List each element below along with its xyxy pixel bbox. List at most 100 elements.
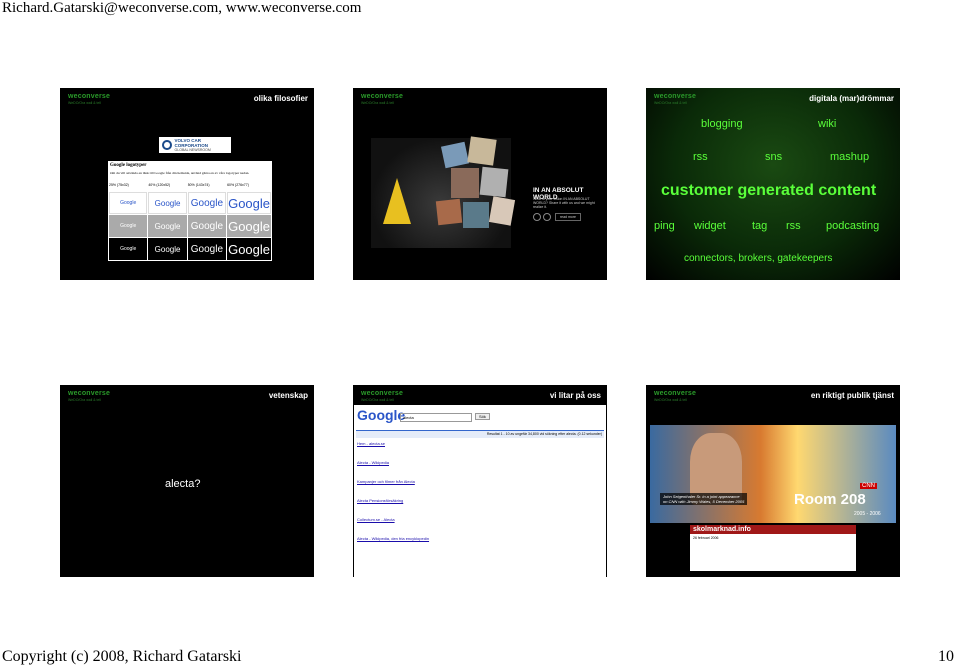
read-more-button[interactable]: read more <box>555 213 581 221</box>
word-sns: sns <box>765 151 783 163</box>
result-title[interactable]: Hem - alecta.se <box>357 441 517 446</box>
google-logo: Google <box>154 221 181 231</box>
google-logo: Google <box>228 241 270 257</box>
google-logo-tile: Google <box>148 238 187 260</box>
google-logo: Google <box>357 407 406 423</box>
photo-cube <box>433 136 516 238</box>
google-logo: Google <box>120 223 137 229</box>
google-logo-tile: Google <box>109 192 148 214</box>
prev-icon[interactable] <box>533 213 541 221</box>
word-rss: rss <box>786 220 801 232</box>
brand-tagline: WeDO/Ora wall & tell <box>361 101 394 105</box>
brand-tagline: WeDO/Ora wall & tell <box>68 398 101 402</box>
sheet-heading: Google logotyper <box>110 163 147 168</box>
next-icon[interactable] <box>543 213 551 221</box>
volvo-logo-box: VOLVO CAR CORPORATION GLOBAL NEWSROOM <box>159 137 231 153</box>
google-logo-tile: Google <box>109 238 148 260</box>
google-logo: Google <box>228 218 270 234</box>
bottom-line: connectors, brokers, gatekeepers <box>684 253 833 264</box>
slide-absolut-world: weconverse WeDO/Ora wall & tell IN AN AB… <box>353 88 607 280</box>
results-list: Hem - alecta.se Alecta - Wikipedia Kampa… <box>357 441 517 541</box>
slide-digitala-mardrommar: weconverse WeDO/Ora wall & tell digitala… <box>646 88 900 280</box>
google-logo-tile: Google <box>227 215 271 237</box>
absolut-question: What is your vision IN AN ABSOLUT WORLD?… <box>533 197 595 209</box>
brand-logo: weconverse <box>654 390 697 397</box>
word-tag: tag <box>752 220 768 232</box>
google-logo-tile: Google <box>148 192 187 214</box>
word-blogging: blogging <box>701 118 743 130</box>
google-logo: Google <box>120 200 137 206</box>
brand-tagline: WeDO/Ora wall & tell <box>654 101 687 105</box>
slide-vi-litar-pa-oss: weconverse WeDO/Ora wall & tell vi litar… <box>353 385 607 577</box>
brand-tagline: WeDO/Ora wall & tell <box>361 398 394 402</box>
google-logo-tile: Google <box>109 215 148 237</box>
slide-body: alecta? <box>165 478 201 490</box>
google-logo: Google <box>154 198 181 208</box>
word-wiki: wiki <box>818 118 837 130</box>
yellow-object-icon <box>383 178 411 224</box>
results-bar: Resultat 1 - 10 av ungefär 34,800 vid sö… <box>356 430 604 438</box>
result-title[interactable]: Alecta Pensionsförsäkring <box>357 498 517 503</box>
google-logo-tile: Google <box>227 192 271 214</box>
google-logo: Google <box>120 246 137 252</box>
result-title[interactable]: Alecta - Wikipedia <box>357 460 517 465</box>
volvo-name: VOLVO CAR CORPORATION <box>174 138 208 148</box>
result-title[interactable]: Collectum.se - Alecta <box>357 517 517 522</box>
news-date: 26 februari 2006 <box>693 536 719 540</box>
google-logo: Google <box>154 244 181 254</box>
sheet-text: Om du vill använda en länk till Google f… <box>110 171 250 175</box>
google-logo: Google <box>190 220 224 232</box>
word-rss: rss <box>693 151 708 163</box>
google-logo-tile: Google <box>148 215 187 237</box>
size-label: 60% (276x77) <box>227 183 249 187</box>
brand-logo: weconverse <box>361 390 404 397</box>
site-box: skolmarknad.info 26 februari 2006 <box>690 525 856 571</box>
search-screenshot: Google alecta Sök Resultat 1 - 10 av ung… <box>354 405 606 577</box>
results-count: Resultat 1 - 10 av ungefär 34,800 vid sö… <box>486 432 602 436</box>
search-input[interactable]: alecta <box>400 413 472 422</box>
slide-title: digitala (mar)drömmar <box>809 94 894 103</box>
result-title[interactable]: Alecta - Wikipedia, den fria encyklopedi… <box>357 536 517 541</box>
cnn-logo: CNN <box>860 483 877 489</box>
google-logo-tile: Google <box>227 238 271 260</box>
logo-grid: 25% (75x32) 40% (120x52) 50% (143x74) 60… <box>109 183 271 260</box>
google-logo-tile: Google <box>187 192 227 214</box>
slide-title: vi litar på oss <box>549 391 601 400</box>
google-logo: Google <box>190 243 224 255</box>
slide-title: olika filosofier <box>253 94 308 103</box>
brand-tagline: WeDO/Ora wall & tell <box>68 101 101 105</box>
google-logo: Google <box>228 195 270 211</box>
slide-title: en riktigt publik tjänst <box>810 391 894 400</box>
brand-logo: weconverse <box>361 93 404 100</box>
slide-title: vetenskap <box>268 391 308 400</box>
show-years: 2005 - 2006 <box>854 511 881 517</box>
google-logo-tile: Google <box>187 215 227 237</box>
volvo-subtitle: GLOBAL NEWSROOM <box>174 148 211 152</box>
caption-sub: on CNN with Jimmy Wales, 5 December 2005 <box>663 499 745 504</box>
search-button[interactable]: Sök <box>475 413 490 420</box>
caption-box: John Seigenthaler Sr. in a joint appeara… <box>660 493 748 505</box>
headline: customer generated content <box>661 182 877 199</box>
brand-logo: weconverse <box>68 390 111 397</box>
size-label: 40% (120x52) <box>148 183 171 187</box>
slide-vetenskap: weconverse WeDO/Ora wall & tell vetenska… <box>60 385 314 577</box>
google-logo-tile: Google <box>187 238 227 260</box>
size-label: 25% (75x32) <box>109 183 129 187</box>
search-query: alecta <box>403 415 414 420</box>
word-ping: ping <box>654 220 675 232</box>
brand-tagline: WeDO/Ora wall & tell <box>654 398 687 402</box>
page-number: 10 <box>938 648 954 665</box>
volvo-icon <box>162 140 172 150</box>
word-widget: widget <box>694 220 726 232</box>
slide-publik-tjanst: weconverse WeDO/Ora wall & tell en rikti… <box>646 385 900 577</box>
brand-logo: weconverse <box>654 93 697 100</box>
result-title[interactable]: Kampanjer och filmer från Alecta <box>357 479 517 484</box>
page-header: Richard.Gatarski@weconverse.com, www.wec… <box>2 0 362 16</box>
google-logo: Google <box>190 197 224 209</box>
brand-logo: weconverse <box>68 93 111 100</box>
word-podcasting: podcasting <box>826 220 880 232</box>
site-title: skolmarknad.info <box>690 525 856 534</box>
footer-copyright: Copyright (c) 2008, Richard Gatarski <box>2 648 242 665</box>
slide-olika-filosofier: weconverse WeDO/Ora wall & tell olika fi… <box>60 88 314 280</box>
tv-screenshot: CNN John Seigenthaler Sr. in a joint app… <box>650 425 896 523</box>
